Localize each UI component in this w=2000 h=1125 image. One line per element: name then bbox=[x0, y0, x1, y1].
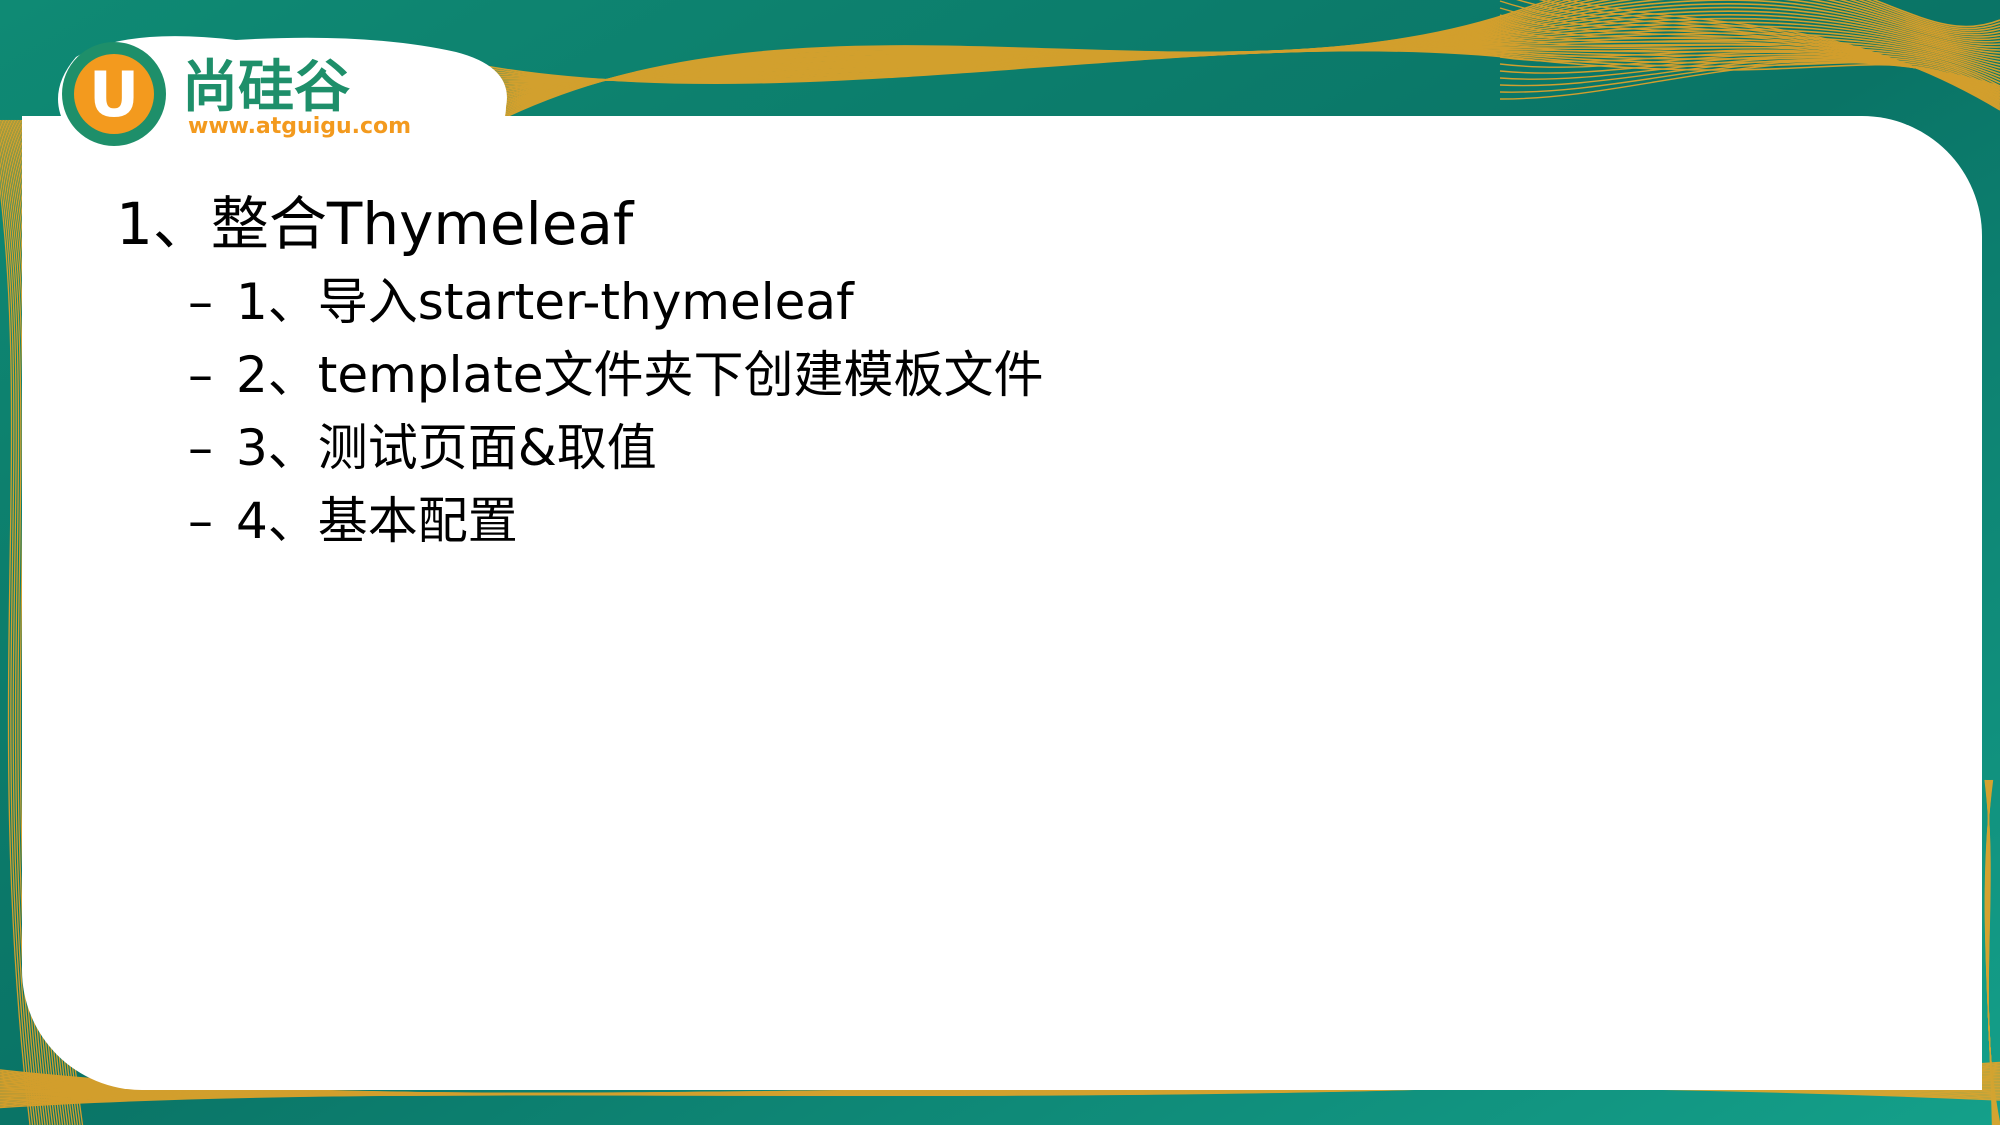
slide-heading: 1、整合Thymeleaf bbox=[116, 190, 634, 258]
logo-letter: U bbox=[89, 58, 139, 131]
list-item: – 4、基本配置 bbox=[188, 485, 1816, 558]
list-item-text: 2、template文件夹下创建模板文件 bbox=[236, 346, 1044, 404]
logo-url: www.atguigu.com bbox=[188, 114, 411, 139]
slide-content: 1、整合Thymeleaf – 1、导入starter-thymeleaf – … bbox=[116, 188, 1816, 558]
list-item: – 1、导入starter-thymeleaf bbox=[188, 266, 1816, 339]
list-item-text: 3、测试页面&取值 bbox=[236, 419, 657, 477]
list-item-text: 4、基本配置 bbox=[236, 492, 518, 550]
bullet-dash: – bbox=[188, 492, 213, 550]
list-item-text: 1、导入starter-thymeleaf bbox=[236, 273, 854, 331]
atguigu-logo: U 尚硅谷 www.atguigu.com bbox=[36, 32, 516, 150]
sub-item-list: – 1、导入starter-thymeleaf – 2、template文件夹下… bbox=[116, 266, 1816, 558]
list-item: – 3、测试页面&取值 bbox=[188, 412, 1816, 485]
logo-brand-name: 尚硅谷 bbox=[182, 55, 350, 120]
bullet-dash: – bbox=[188, 273, 213, 331]
list-item: – 2、template文件夹下创建模板文件 bbox=[188, 339, 1816, 412]
bullet-dash: – bbox=[188, 346, 213, 404]
bullet-dash: – bbox=[188, 419, 213, 477]
